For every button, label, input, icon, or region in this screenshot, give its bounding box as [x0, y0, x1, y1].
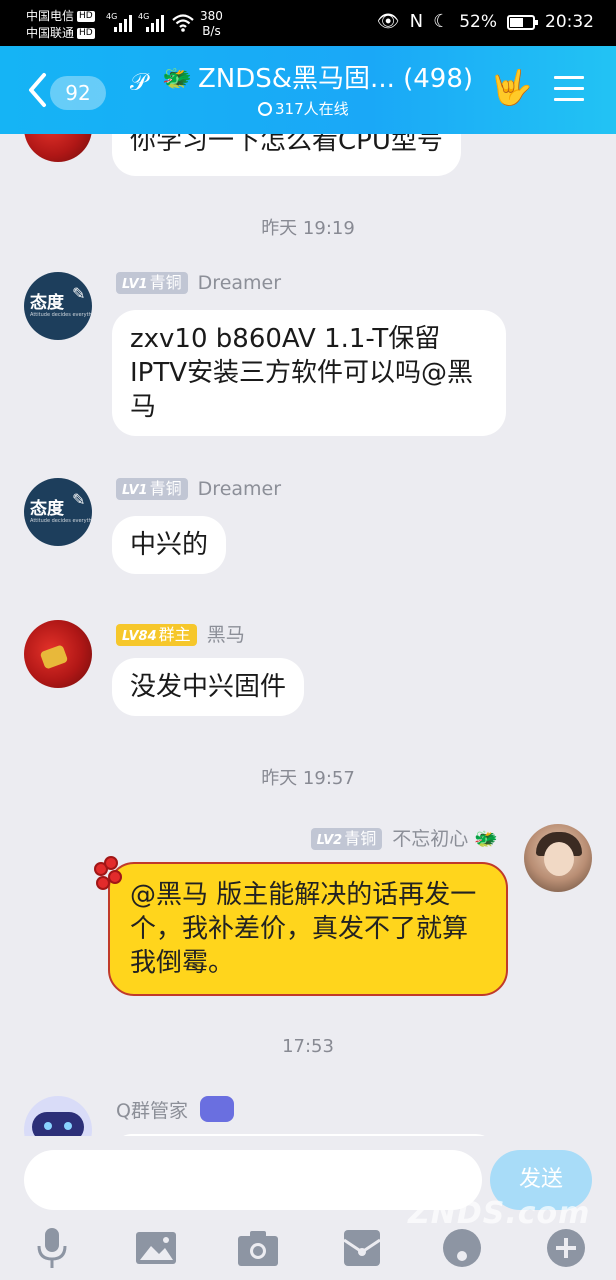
- red-packet-icon[interactable]: [340, 1226, 384, 1270]
- sender-meta: Q群管家: [116, 1096, 235, 1123]
- status-right: 👁 N ☾ 52% 20:32: [376, 11, 594, 33]
- network-speed: 380 B/s: [200, 9, 223, 38]
- hd-badge: HD: [77, 11, 95, 22]
- sender-name[interactable]: Dreamer: [198, 272, 281, 294]
- sender-name[interactable]: 黑马: [207, 624, 245, 646]
- signal-icon: 4G: [138, 12, 164, 32]
- carrier-info: 中国电信 HD 中国联通 HD: [26, 8, 95, 42]
- carrier-unicom: 中国联通: [26, 26, 75, 40]
- timestamp: 17:53: [282, 1036, 334, 1057]
- avatar[interactable]: [24, 620, 92, 688]
- candy-decoration-icon: [94, 856, 134, 896]
- message-bubble[interactable]: @黑马 版主能解决的话再发一个，我补差价，真发不了就算我倒霉。: [108, 862, 508, 996]
- online-icon: [258, 102, 272, 116]
- message-bubble[interactable]: 你学习一下怎么看CPU型号: [112, 134, 461, 176]
- moon-icon: ☾: [433, 11, 450, 32]
- level-badge: LV1 青铜: [116, 478, 188, 500]
- image-icon[interactable]: [134, 1226, 178, 1270]
- robot-icon: [200, 1096, 235, 1122]
- carrier-telecom: 中国电信: [26, 9, 75, 23]
- level-badge: LV1 青铜: [116, 272, 188, 294]
- microphone-icon[interactable]: [30, 1226, 74, 1270]
- sender-name[interactable]: 不忘初心: [392, 828, 468, 850]
- level-badge: LV2 青铜: [310, 828, 383, 850]
- signal-icon: 4G: [106, 12, 132, 32]
- group-title[interactable]: ZNDS&黑马固... (498): [198, 62, 473, 96]
- sender-meta: LV1 青铜 Dreamer: [116, 272, 281, 294]
- avatar[interactable]: 态度 Attitude decides everything ✎: [24, 478, 92, 546]
- avatar[interactable]: [24, 1096, 92, 1136]
- ear-icon[interactable]: 𝒫: [130, 68, 147, 96]
- timestamp: 昨天 19:57: [261, 768, 355, 789]
- battery-icon: [507, 14, 538, 30]
- battery-percent: 52%: [459, 12, 497, 32]
- avatar[interactable]: [524, 824, 592, 892]
- message-bubble[interactable]: 中兴的: [112, 516, 227, 574]
- sender-meta: LV1 青铜 Dreamer: [116, 478, 281, 500]
- chat-header: 92 𝒫 🐲 ZNDS&黑马固... (498) 317人在线 🤟: [0, 46, 616, 134]
- toolbar: [0, 1226, 616, 1274]
- hd-badge: HD: [77, 28, 95, 39]
- dragon-icon: 🐲: [474, 828, 498, 850]
- status-bar: 中国电信 HD 中国联通 HD 4G 4G 380 B/s 👁 N ☾ 52% 20…: [0, 0, 616, 46]
- wifi-icon: [172, 14, 194, 32]
- sender-meta: LV2 青铜 不忘初心 🐲: [310, 824, 498, 851]
- dragon-icon: 🐲: [162, 64, 192, 92]
- sender-meta: LV84 群主 黑马: [116, 620, 245, 647]
- back-arrow-icon[interactable]: [26, 72, 48, 108]
- emoji-icon[interactable]: [440, 1226, 484, 1270]
- avatar[interactable]: [24, 134, 92, 162]
- nfc-icon: N: [409, 11, 424, 32]
- level-badge: LV84 群主: [116, 624, 197, 646]
- clock: 20:32: [545, 12, 594, 32]
- sender-name[interactable]: Q群管家: [116, 1100, 188, 1122]
- online-status: 317人在线: [258, 100, 349, 118]
- love-hand-icon[interactable]: 🤟: [490, 68, 532, 108]
- message-list[interactable]: 你学习一下怎么看CPU型号 昨天 19:19 态度 Attitude decid…: [0, 134, 616, 1136]
- message-bubble[interactable]: zxv10 b860AV 1.1-T保留IPTV安装三方软件可以吗@黑马: [112, 310, 506, 436]
- plus-icon[interactable]: [544, 1226, 588, 1270]
- message-bubble[interactable]: 没发中兴固件: [112, 658, 305, 716]
- timestamp: 昨天 19:19: [261, 218, 355, 239]
- input-bar: 发送 ZNDS.com: [0, 1136, 616, 1280]
- menu-icon[interactable]: [554, 76, 584, 102]
- sender-name[interactable]: Dreamer: [198, 478, 281, 500]
- unread-count-badge[interactable]: 92: [50, 76, 106, 110]
- eye-icon: 👁: [376, 11, 400, 32]
- camera-icon[interactable]: [236, 1226, 280, 1270]
- avatar[interactable]: 态度 Attitude decides everything ✎: [24, 272, 92, 340]
